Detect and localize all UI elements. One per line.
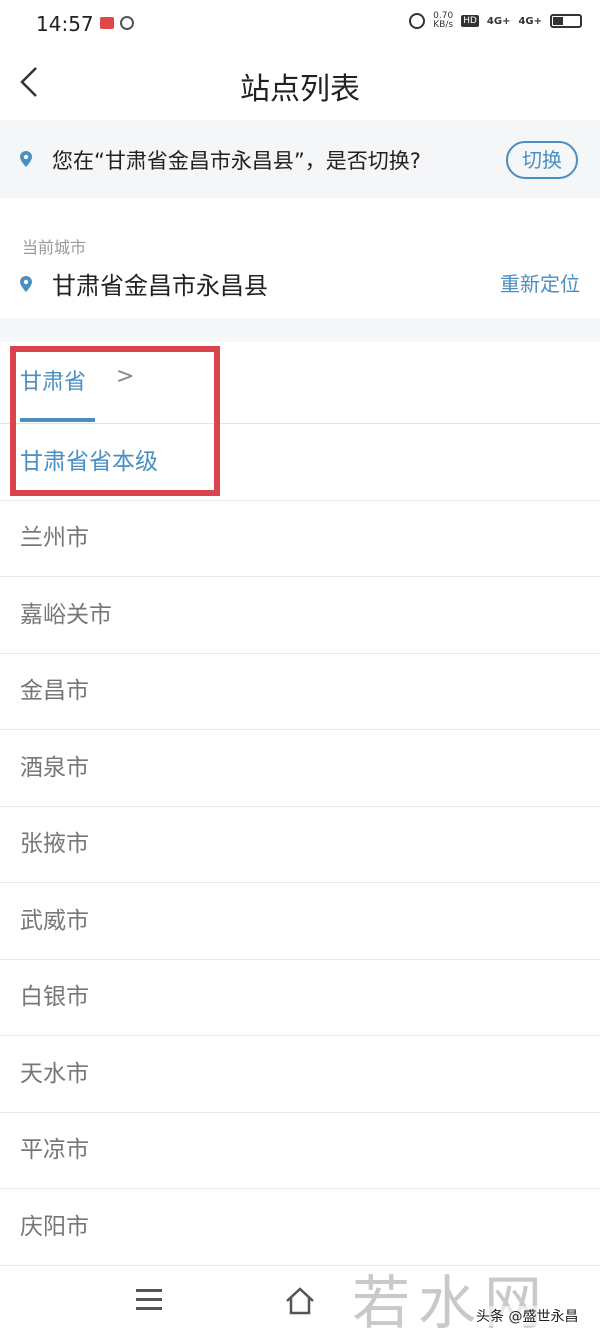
- watermark-source: 头条 @盛世永昌: [476, 1306, 579, 1326]
- notification-badge-icon: [100, 17, 114, 29]
- status-bar: 14:57 0.70 KB/s HD 4G+ 4G+: [0, 0, 600, 50]
- list-item[interactable]: 平凉市: [0, 1112, 600, 1189]
- current-city-value: 甘肃省金昌市永昌县: [52, 272, 268, 300]
- menu-icon[interactable]: [136, 1289, 162, 1311]
- list-item[interactable]: 武威市: [0, 883, 600, 960]
- hd-badge: HD: [461, 15, 479, 27]
- relocate-button[interactable]: 重新定位: [500, 268, 580, 297]
- header: 站点列表: [0, 50, 600, 116]
- location-pin-icon: [20, 276, 32, 292]
- status-time: 14:57: [36, 12, 94, 36]
- section-divider: [0, 318, 600, 342]
- location-pin-icon: [20, 151, 32, 167]
- network-signal-1: 4G+: [486, 15, 511, 27]
- sync-icon: [120, 16, 134, 30]
- current-city-section: [0, 205, 600, 318]
- list-item[interactable]: 庆阳市: [0, 1189, 600, 1266]
- battery-icon: [550, 14, 582, 28]
- notification-icons: [100, 16, 134, 30]
- list-item[interactable]: 兰州市: [0, 500, 600, 577]
- list-item[interactable]: 白银市: [0, 959, 600, 1036]
- network-signal-2: 4G+: [518, 15, 542, 27]
- network-speed-unit: KB/s: [433, 20, 454, 30]
- highlight-annotation: [10, 346, 220, 496]
- status-indicators: 0.70 KB/s HD 4G+ 4G+: [409, 12, 582, 30]
- switch-button[interactable]: 切换: [506, 141, 578, 179]
- list-item[interactable]: 张掖市: [0, 806, 600, 883]
- location-switch-message: 您在“甘肃省金昌市永昌县”，是否切换?: [52, 149, 421, 173]
- current-city-label: 当前城市: [22, 238, 87, 257]
- list-item[interactable]: 金昌市: [0, 653, 600, 730]
- list-item[interactable]: 天水市: [0, 1036, 600, 1113]
- network-speed: 0.70 KB/s: [433, 12, 453, 30]
- list-item[interactable]: 嘉峪关市: [0, 577, 600, 654]
- list-item[interactable]: 酒泉市: [0, 730, 600, 807]
- home-icon[interactable]: [284, 1286, 316, 1316]
- watermark-logo: 若水网: [352, 1269, 551, 1337]
- alarm-icon: [409, 13, 426, 29]
- page-title: 站点列表: [240, 72, 360, 107]
